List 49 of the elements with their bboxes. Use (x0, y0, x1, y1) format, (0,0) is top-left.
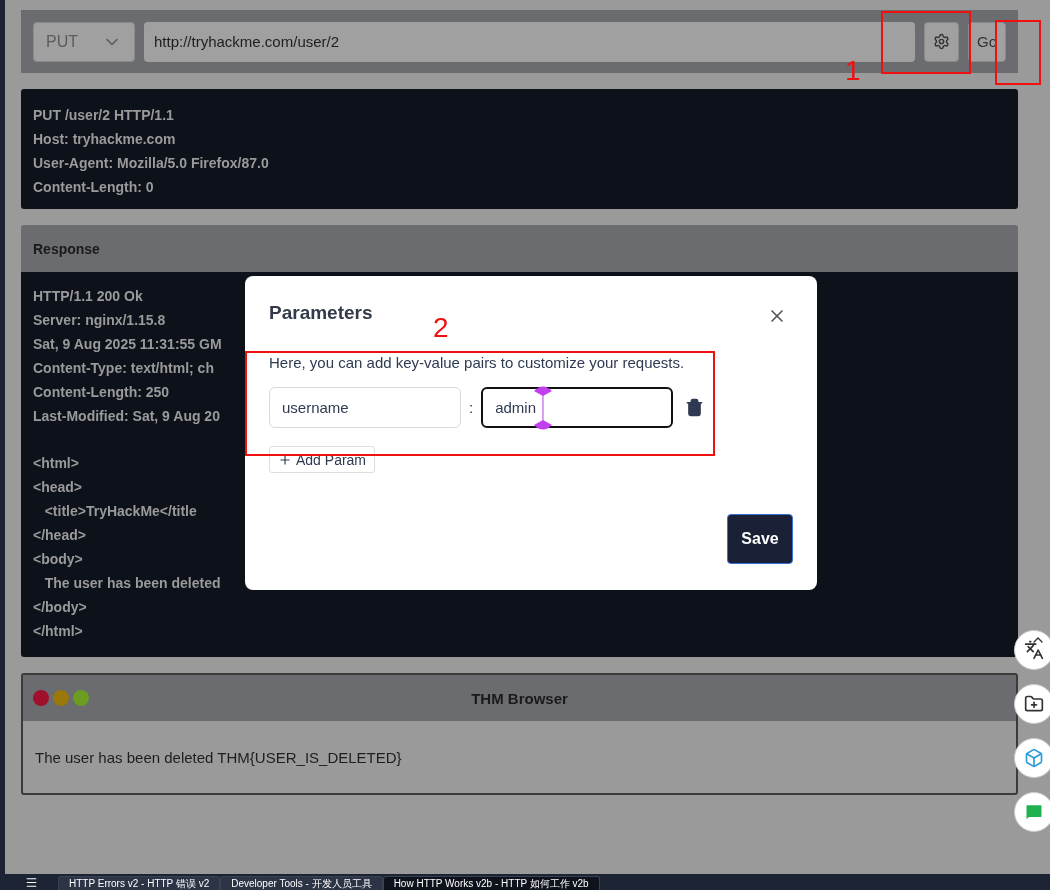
chat-button[interactable] (1014, 792, 1050, 832)
translate-icon (1024, 640, 1044, 660)
taskbar-tab[interactable]: How HTTP Works v2b - HTTP 如何工作 v2b (382, 876, 600, 890)
taskbar-tab[interactable]: Developer Tools - 开发人员工具 (220, 876, 383, 890)
response-line: Server: nginx/1.15.8 (33, 311, 166, 330)
delete-icon[interactable] (685, 398, 705, 417)
cube-button[interactable] (1014, 738, 1050, 778)
dialog-description: Here, you can add key-value pairs to customize your requests. (269, 354, 685, 371)
window-dot[interactable] (73, 690, 89, 706)
response-line: </body> (33, 598, 87, 617)
response-line: </head> (33, 526, 86, 545)
dialog-title: Parameters (269, 302, 373, 324)
request-line: Host: tryhackme.com (33, 130, 176, 149)
window-dot[interactable] (33, 690, 49, 706)
browser-title: THM Browser (471, 689, 568, 707)
translate-button[interactable] (1014, 630, 1050, 670)
key-field[interactable]: username (269, 387, 461, 428)
response-header: Response (21, 225, 1018, 272)
response-line: Sat, 9 Aug 2025 11:31:55 GM (33, 335, 222, 354)
request-line: Content-Length: 0 (33, 178, 154, 197)
response-line: <head> (33, 478, 83, 497)
response-line: HTTP/1.1 200 Ok (33, 287, 143, 306)
cursor-handle-icon (533, 386, 554, 430)
response-line: </html> (33, 622, 83, 641)
response-line: Last-Modified: Sat, 9 Aug 20 (33, 407, 220, 426)
chat-icon (1024, 802, 1044, 822)
folder-plus-icon (1024, 694, 1044, 714)
separator: : (469, 399, 474, 416)
annotation-number: 2 (433, 313, 449, 343)
window-dot[interactable] (53, 690, 69, 706)
response-line: Content-Type: text/html; ch (33, 359, 214, 378)
response-line: The user has been deleted (43, 574, 221, 593)
response-line: <html> (33, 454, 79, 473)
annotation-frame (995, 20, 1041, 85)
value-field[interactable]: admin (481, 387, 674, 428)
request-line: PUT /user/2 HTTP/1.1 (33, 106, 174, 125)
gear-icon (933, 33, 950, 50)
settings-button[interactable] (924, 21, 959, 62)
response-line: Content-Length: 250 (33, 383, 170, 402)
response-line: <title>TryHackMe</title (43, 502, 197, 521)
request-line: User-Agent: Mozilla/5.0 Firefox/87.0 (33, 154, 269, 173)
menu-icon[interactable] (25, 876, 38, 889)
save-button[interactable]: Save (727, 514, 793, 564)
response-line: <body> (33, 550, 83, 569)
cube-icon (1024, 748, 1044, 768)
browser-text: The user has been deleted THM{USER_IS_DELETED} (35, 748, 402, 766)
taskbar-tab[interactable]: HTTP Errors v2 - HTTP 错误 v2 (58, 876, 221, 890)
folder-button[interactable] (1014, 684, 1050, 724)
url-field[interactable]: http://tryhackme.com/user/2 (144, 21, 915, 62)
